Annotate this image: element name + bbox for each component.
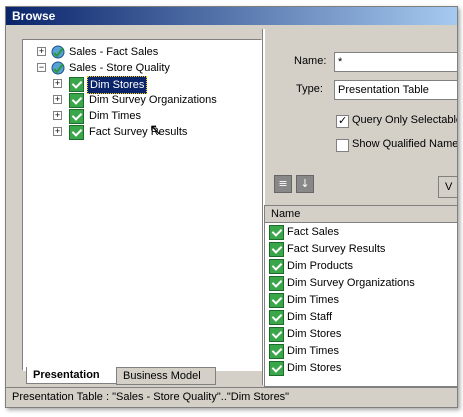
query-only-checkbox[interactable] bbox=[336, 114, 349, 128]
mouse-pointer-icon: ↖ bbox=[149, 120, 163, 139]
show-qualified-label: Show Qualified Name bbox=[352, 138, 458, 150]
list-item-label: Dim Times bbox=[287, 294, 339, 306]
tree-item-fact-survey-results[interactable]: + Fact Survey Results bbox=[23, 124, 259, 140]
name-label: Name: bbox=[294, 55, 327, 67]
browse-window: Browse + Sales - Fact Sales − Sales - St… bbox=[5, 6, 458, 408]
properties-panel: Name: * Type: Presentation Table Query O… bbox=[264, 29, 458, 387]
checked-table-icon bbox=[69, 93, 84, 108]
expand-icon[interactable]: + bbox=[37, 47, 46, 56]
window-title: Browse bbox=[12, 9, 56, 23]
tree-item-label: Sales - Store Quality bbox=[69, 62, 170, 74]
type-select[interactable]: Presentation Table bbox=[334, 80, 457, 100]
checked-table-icon bbox=[269, 310, 284, 325]
expand-icon[interactable]: + bbox=[53, 111, 62, 120]
checked-table-icon bbox=[269, 327, 284, 342]
show-qualified-checkbox[interactable] bbox=[336, 139, 349, 152]
partial-button[interactable]: V bbox=[438, 176, 457, 198]
list-item-label: Dim Survey Organizations bbox=[287, 277, 415, 289]
list-item-label: Dim Stores bbox=[287, 328, 342, 340]
list-header-label: Name bbox=[271, 208, 301, 220]
expand-icon[interactable]: + bbox=[53, 79, 62, 88]
down-arrow-icon[interactable]: ↓ bbox=[296, 175, 314, 193]
presentation-tree[interactable]: + Sales - Fact Sales − Sales - Store Qua… bbox=[22, 39, 262, 371]
list-item-label: Dim Times bbox=[287, 345, 339, 357]
cube-icon bbox=[51, 61, 65, 75]
tree-item-dim-stores[interactable]: + Dim Stores bbox=[23, 76, 259, 94]
list-item-label: Dim Stores bbox=[287, 362, 342, 374]
list-item-label: Fact Survey Results bbox=[287, 243, 386, 255]
checked-table-icon bbox=[269, 259, 284, 274]
query-only-label: Query Only Selectable bbox=[352, 114, 458, 126]
collapse-icon[interactable]: − bbox=[37, 63, 46, 72]
tree-item-sales-store-quality[interactable]: − Sales - Store Quality bbox=[23, 60, 259, 76]
type-label: Type: bbox=[296, 83, 323, 95]
list-header-name[interactable]: Name bbox=[265, 206, 457, 223]
checked-table-icon bbox=[269, 225, 284, 240]
checked-table-icon bbox=[69, 77, 84, 92]
title-bar[interactable]: Browse bbox=[6, 7, 457, 25]
checked-table-icon bbox=[269, 276, 284, 291]
status-text: Presentation Table : "Sales - Store Qual… bbox=[12, 391, 290, 403]
checked-table-icon bbox=[269, 242, 284, 257]
properties-icon[interactable]: ≡ bbox=[274, 175, 292, 193]
checked-table-icon bbox=[269, 344, 284, 359]
checked-table-icon bbox=[269, 293, 284, 308]
list-item-label: Dim Products bbox=[287, 260, 354, 272]
checked-table-icon bbox=[69, 125, 84, 140]
checked-table-icon bbox=[69, 109, 84, 124]
name-input[interactable]: * bbox=[334, 52, 457, 72]
cube-icon bbox=[51, 45, 65, 59]
tree-item-sales-fact-sales[interactable]: + Sales - Fact Sales bbox=[23, 44, 259, 60]
tab-presentation[interactable]: Presentation bbox=[26, 367, 120, 384]
tree-item-label: Dim Times bbox=[89, 110, 141, 122]
expand-icon[interactable]: + bbox=[53, 95, 62, 104]
list-item-label: Fact Sales bbox=[287, 226, 339, 238]
tree-item-label: Dim Survey Organizations bbox=[89, 94, 217, 106]
checked-table-icon bbox=[269, 361, 284, 376]
status-bar: Presentation Table : "Sales - Store Qual… bbox=[6, 387, 457, 407]
tree-item-label: Fact Survey Results bbox=[89, 126, 188, 138]
tab-strip: Presentation Business Model bbox=[22, 367, 260, 385]
tree-item-dim-survey-organizations[interactable]: + Dim Survey Organizations bbox=[23, 92, 259, 108]
expand-icon[interactable]: + bbox=[53, 127, 62, 136]
tab-business-model[interactable]: Business Model bbox=[116, 367, 216, 385]
tree-item-dim-times[interactable]: + Dim Times bbox=[23, 108, 259, 124]
tree-item-label: Sales - Fact Sales bbox=[69, 46, 159, 58]
results-list[interactable]: Name Fact Sales Fact Survey Results Dim … bbox=[264, 205, 457, 387]
list-item-label: Dim Staff bbox=[287, 311, 333, 323]
